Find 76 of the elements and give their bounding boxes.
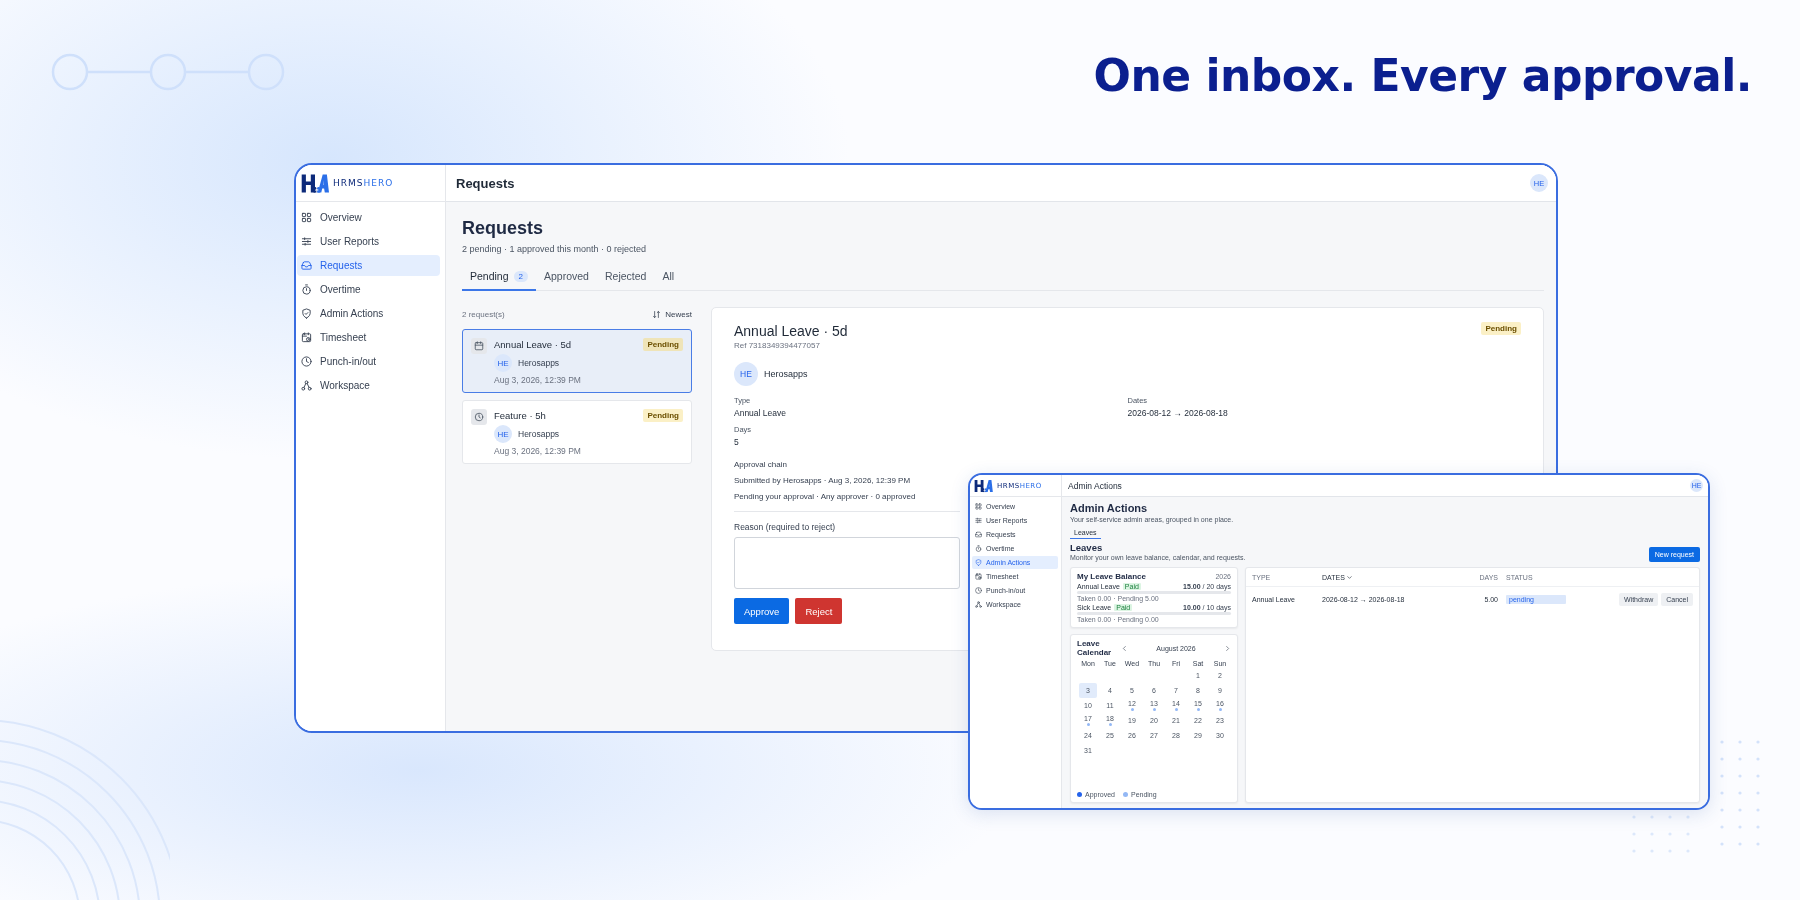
headline: One inbox. Every approval. bbox=[1093, 50, 1752, 101]
sidebar-item[interactable]: Overview bbox=[297, 207, 440, 228]
reference-number: Ref 7318349394477057 bbox=[734, 341, 820, 350]
inbox-icon bbox=[301, 260, 312, 271]
page-subtitle: 2 pending · 1 approved this month · 0 rejected bbox=[462, 243, 647, 255]
stopwatch-icon bbox=[301, 284, 312, 295]
user-avatar: HE bbox=[734, 362, 758, 386]
section-title: Approval chain bbox=[734, 460, 787, 469]
request-card[interactable]: Annual Leave · 5d Pending HE Herosapps Aug 3, 2026, 12:39 PM bbox=[462, 329, 692, 393]
nodes-icon bbox=[301, 380, 312, 391]
chevron-right-icon bbox=[1224, 644, 1231, 652]
page-title: Requests bbox=[462, 217, 544, 240]
field-label: Reason (required to reject) bbox=[734, 522, 836, 532]
sliders-icon bbox=[975, 517, 982, 524]
user-name: Herosapps bbox=[764, 369, 808, 379]
detail-title: Annual Leave · 5d bbox=[734, 322, 848, 340]
request-count: 2 request(s) bbox=[462, 309, 505, 319]
grid-icon bbox=[301, 212, 312, 223]
request-title: Annual Leave · 5d bbox=[494, 339, 572, 350]
request-card[interactable]: Feature · 5h Pending HE Herosapps Aug 3, 2026, 12:39 PM bbox=[462, 400, 692, 464]
sidebar-item[interactable]: Timesheet bbox=[297, 327, 440, 348]
inbox-icon bbox=[975, 531, 982, 538]
logo-icon bbox=[301, 172, 329, 194]
approval-step: Pending your approval · Any approver · 0 approved bbox=[734, 492, 916, 501]
field-value: Annual Leave bbox=[734, 408, 786, 418]
nodes-icon bbox=[975, 601, 982, 608]
user-avatar: HE bbox=[494, 354, 512, 372]
user-name: Herosapps bbox=[518, 358, 560, 368]
sliders-icon bbox=[301, 236, 312, 247]
reason-field[interactable] bbox=[734, 537, 960, 589]
card-title: Leave Calendar bbox=[1077, 639, 1113, 657]
calendar-clock-icon bbox=[301, 332, 312, 343]
chevron-down-icon bbox=[1345, 573, 1353, 581]
request-title: Feature · 5h bbox=[494, 410, 546, 421]
tab[interactable]: Approved bbox=[536, 264, 597, 291]
brand-name: HRMS HERO bbox=[333, 178, 394, 188]
field-value: 5 bbox=[734, 437, 739, 447]
user-avatar: HE bbox=[494, 425, 512, 443]
tab[interactable]: Rejected bbox=[596, 264, 655, 291]
request-time: Aug 3, 2026, 12:39 PM bbox=[494, 375, 581, 385]
stopwatch-icon bbox=[975, 545, 982, 552]
status-badge: Pending bbox=[643, 338, 683, 351]
approval-step: Submitted by Herosapps · Aug 3, 2026, 12:39 PM bbox=[734, 476, 911, 485]
page-header-title: Admin Actions bbox=[1068, 480, 1122, 491]
page-header-title: Requests bbox=[456, 175, 515, 191]
grid-icon bbox=[975, 503, 982, 510]
user-name: Herosapps bbox=[518, 429, 560, 439]
sort-button[interactable]: Newest bbox=[652, 309, 692, 319]
sidebar-item[interactable]: Workspace bbox=[297, 375, 440, 396]
sidebar-item[interactable]: User Reports bbox=[297, 231, 440, 252]
tab[interactable]: All bbox=[654, 264, 683, 291]
request-time: Aug 3, 2026, 12:39 PM bbox=[494, 446, 581, 456]
section-title: Leaves bbox=[1070, 542, 1103, 553]
count-badge: 2 bbox=[513, 270, 528, 282]
chevron-left-icon bbox=[1121, 644, 1128, 652]
tab[interactable]: Pending 2 bbox=[462, 264, 536, 291]
calendar-clock-icon bbox=[975, 573, 982, 580]
clock-icon bbox=[301, 356, 312, 367]
sidebar-item[interactable]: Admin Actions bbox=[297, 303, 440, 324]
field-value: 2026-08-12 → 2026-08-18 bbox=[1127, 408, 1228, 418]
status-badge: Pending bbox=[643, 409, 683, 422]
logo-icon bbox=[974, 478, 993, 493]
card-title: My Leave Balance bbox=[1077, 572, 1146, 581]
status-badge: Pending bbox=[1481, 322, 1521, 335]
calendar-icon bbox=[471, 338, 487, 354]
sort-arrows-icon bbox=[652, 309, 662, 319]
sidebar-item[interactable]: Requests bbox=[297, 255, 440, 276]
clock-icon bbox=[975, 587, 982, 594]
clock-icon bbox=[471, 409, 487, 425]
sidebar-item[interactable]: Punch-in/out bbox=[297, 351, 440, 372]
shield-icon bbox=[301, 308, 312, 319]
page-title: Admin Actions bbox=[1070, 502, 1148, 515]
approve-button[interactable]: Approve bbox=[734, 598, 790, 624]
sidebar-item[interactable]: Overtime bbox=[297, 279, 440, 300]
shield-icon bbox=[975, 559, 982, 566]
reject-button[interactable]: Reject bbox=[795, 598, 843, 624]
